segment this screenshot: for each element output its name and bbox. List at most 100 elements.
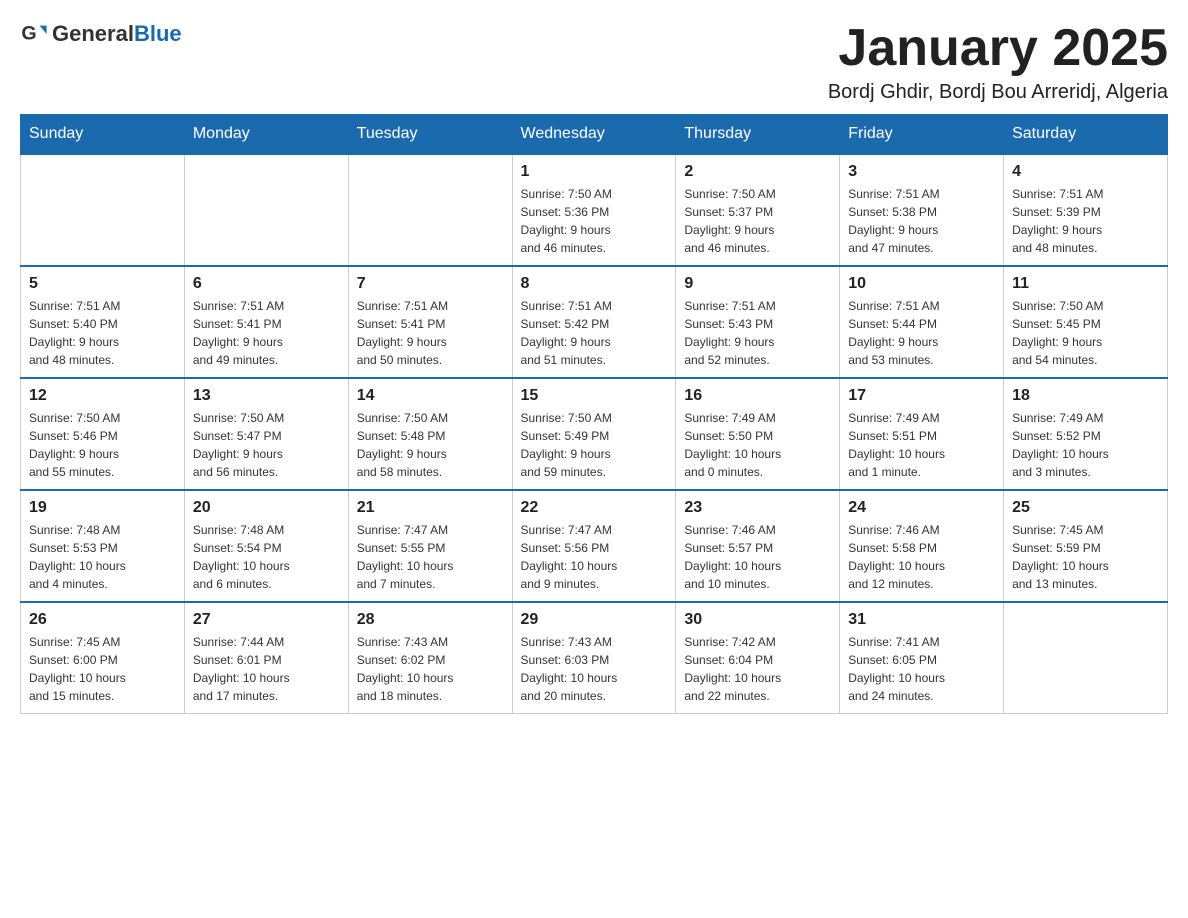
title-area: January 2025 Bordj Ghdir, Bordj Bou Arre…: [828, 20, 1168, 104]
weekday-header-wednesday: Wednesday: [512, 115, 676, 155]
day-number: 2: [684, 163, 831, 181]
calendar-cell: 24 Sunrise: 7:46 AM Sunset: 5:58 PM Dayli…: [840, 490, 1004, 602]
calendar-cell: 25 Sunrise: 7:45 AM Sunset: 5:59 PM Dayli…: [1004, 490, 1168, 602]
day-number: 4: [1012, 163, 1159, 181]
day-number: 29: [521, 611, 668, 629]
day-number: 15: [521, 387, 668, 405]
day-info: Sunrise: 7:51 AM Sunset: 5:43 PM Dayligh…: [684, 297, 831, 369]
day-info: Sunrise: 7:51 AM Sunset: 5:41 PM Dayligh…: [357, 297, 504, 369]
day-info: Sunrise: 7:51 AM Sunset: 5:40 PM Dayligh…: [29, 297, 176, 369]
calendar-cell: 26Sunrise: 7:45 AM Sunset: 6:00 PM Dayli…: [21, 602, 185, 714]
calendar-header: SundayMondayTuesdayWednesdayThursdayFrid…: [21, 115, 1168, 155]
logo-text-blue: Blue: [134, 21, 182, 47]
day-info: Sunrise: 7:50 AM Sunset: 5:37 PM Dayligh…: [684, 185, 831, 257]
day-number: 23: [684, 499, 831, 517]
header: G General Blue January 2025 Bordj Ghdir,…: [20, 20, 1168, 104]
day-number: 16: [684, 387, 831, 405]
calendar-subtitle: Bordj Ghdir, Bordj Bou Arreridj, Algeria: [828, 81, 1168, 104]
day-number: 1: [521, 163, 668, 181]
calendar-cell: 27 Sunrise: 7:44 AM Sunset: 6:01 PM Dayli…: [184, 602, 348, 714]
day-number: 25: [1012, 499, 1159, 517]
calendar-cell: [184, 154, 348, 266]
calendar-cell: 18 Sunrise: 7:49 AM Sunset: 5:52 PM Dayli…: [1004, 378, 1168, 490]
day-number: 18: [1012, 387, 1159, 405]
day-number: 10: [848, 275, 995, 293]
calendar-cell: 31 Sunrise: 7:41 AM Sunset: 6:05 PM Dayli…: [840, 602, 1004, 714]
day-number: 9: [684, 275, 831, 293]
day-info: Sunrise: 7:48 AM Sunset: 5:53 PM Dayligh…: [29, 521, 176, 593]
calendar-cell: 20 Sunrise: 7:48 AM Sunset: 5:54 PM Dayli…: [184, 490, 348, 602]
day-info: Sunrise: 7:44 AM Sunset: 6:01 PM Dayligh…: [193, 633, 340, 705]
calendar-cell: 19 Sunrise: 7:48 AM Sunset: 5:53 PM Dayli…: [21, 490, 185, 602]
calendar-cell: 10Sunrise: 7:51 AM Sunset: 5:44 PM Dayli…: [840, 266, 1004, 378]
day-number: 14: [357, 387, 504, 405]
calendar-cell: 23Sunrise: 7:46 AM Sunset: 5:57 PM Dayli…: [676, 490, 840, 602]
calendar-week-3: 12 Sunrise: 7:50 AM Sunset: 5:46 PM Dayli…: [21, 378, 1168, 490]
weekday-header-sunday: Sunday: [21, 115, 185, 155]
weekday-header-monday: Monday: [184, 115, 348, 155]
day-info: Sunrise: 7:50 AM Sunset: 5:45 PM Dayligh…: [1012, 297, 1159, 369]
day-info: Sunrise: 7:51 AM Sunset: 5:41 PM Dayligh…: [193, 297, 340, 369]
calendar-body: 1Sunrise: 7:50 AM Sunset: 5:36 PM Daylig…: [21, 154, 1168, 714]
weekday-header-thursday: Thursday: [676, 115, 840, 155]
day-number: 19: [29, 499, 176, 517]
calendar-title: January 2025: [828, 20, 1168, 77]
day-info: Sunrise: 7:50 AM Sunset: 5:46 PM Dayligh…: [29, 409, 176, 481]
calendar-cell: [348, 154, 512, 266]
calendar-cell: 6 Sunrise: 7:51 AM Sunset: 5:41 PM Daylig…: [184, 266, 348, 378]
day-number: 24: [848, 499, 995, 517]
day-number: 27: [193, 611, 340, 629]
calendar-cell: 28 Sunrise: 7:43 AM Sunset: 6:02 PM Dayli…: [348, 602, 512, 714]
day-number: 20: [193, 499, 340, 517]
day-info: Sunrise: 7:48 AM Sunset: 5:54 PM Dayligh…: [193, 521, 340, 593]
day-info: Sunrise: 7:45 AM Sunset: 5:59 PM Dayligh…: [1012, 521, 1159, 593]
calendar-week-5: 26Sunrise: 7:45 AM Sunset: 6:00 PM Dayli…: [21, 602, 1168, 714]
calendar-cell: [21, 154, 185, 266]
day-number: 28: [357, 611, 504, 629]
day-number: 6: [193, 275, 340, 293]
day-info: Sunrise: 7:47 AM Sunset: 5:55 PM Dayligh…: [357, 521, 504, 593]
calendar-cell: 5 Sunrise: 7:51 AM Sunset: 5:40 PM Daylig…: [21, 266, 185, 378]
calendar-cell: 30Sunrise: 7:42 AM Sunset: 6:04 PM Dayli…: [676, 602, 840, 714]
day-number: 12: [29, 387, 176, 405]
calendar-week-4: 19 Sunrise: 7:48 AM Sunset: 5:53 PM Dayli…: [21, 490, 1168, 602]
calendar-cell: 14 Sunrise: 7:50 AM Sunset: 5:48 PM Dayli…: [348, 378, 512, 490]
calendar-cell: 3 Sunrise: 7:51 AM Sunset: 5:38 PM Daylig…: [840, 154, 1004, 266]
day-number: 3: [848, 163, 995, 181]
day-info: Sunrise: 7:46 AM Sunset: 5:58 PM Dayligh…: [848, 521, 995, 593]
day-info: Sunrise: 7:47 AM Sunset: 5:56 PM Dayligh…: [521, 521, 668, 593]
calendar-cell: 8Sunrise: 7:51 AM Sunset: 5:42 PM Daylig…: [512, 266, 676, 378]
day-info: Sunrise: 7:50 AM Sunset: 5:47 PM Dayligh…: [193, 409, 340, 481]
day-info: Sunrise: 7:50 AM Sunset: 5:48 PM Dayligh…: [357, 409, 504, 481]
calendar-cell: 4 Sunrise: 7:51 AM Sunset: 5:39 PM Daylig…: [1004, 154, 1168, 266]
day-number: 17: [848, 387, 995, 405]
day-number: 7: [357, 275, 504, 293]
day-info: Sunrise: 7:51 AM Sunset: 5:39 PM Dayligh…: [1012, 185, 1159, 257]
calendar-cell: 12 Sunrise: 7:50 AM Sunset: 5:46 PM Dayli…: [21, 378, 185, 490]
calendar-cell: 15 Sunrise: 7:50 AM Sunset: 5:49 PM Dayli…: [512, 378, 676, 490]
day-info: Sunrise: 7:50 AM Sunset: 5:49 PM Dayligh…: [521, 409, 668, 481]
day-info: Sunrise: 7:51 AM Sunset: 5:38 PM Dayligh…: [848, 185, 995, 257]
calendar-cell: 16Sunrise: 7:49 AM Sunset: 5:50 PM Dayli…: [676, 378, 840, 490]
weekday-header-row: SundayMondayTuesdayWednesdayThursdayFrid…: [21, 115, 1168, 155]
day-info: Sunrise: 7:41 AM Sunset: 6:05 PM Dayligh…: [848, 633, 995, 705]
calendar-cell: 7 Sunrise: 7:51 AM Sunset: 5:41 PM Daylig…: [348, 266, 512, 378]
calendar-cell: 29 Sunrise: 7:43 AM Sunset: 6:03 PM Dayli…: [512, 602, 676, 714]
day-info: Sunrise: 7:49 AM Sunset: 5:52 PM Dayligh…: [1012, 409, 1159, 481]
day-info: Sunrise: 7:43 AM Sunset: 6:02 PM Dayligh…: [357, 633, 504, 705]
calendar-cell: 9 Sunrise: 7:51 AM Sunset: 5:43 PM Daylig…: [676, 266, 840, 378]
logo-icon: G: [20, 20, 48, 48]
day-info: Sunrise: 7:43 AM Sunset: 6:03 PM Dayligh…: [521, 633, 668, 705]
day-number: 21: [357, 499, 504, 517]
weekday-header-tuesday: Tuesday: [348, 115, 512, 155]
day-number: 26: [29, 611, 176, 629]
calendar-cell: 22Sunrise: 7:47 AM Sunset: 5:56 PM Dayli…: [512, 490, 676, 602]
day-number: 8: [521, 275, 668, 293]
calendar-week-1: 1Sunrise: 7:50 AM Sunset: 5:36 PM Daylig…: [21, 154, 1168, 266]
calendar-cell: 21 Sunrise: 7:47 AM Sunset: 5:55 PM Dayli…: [348, 490, 512, 602]
calendar-table: SundayMondayTuesdayWednesdayThursdayFrid…: [20, 114, 1168, 714]
weekday-header-friday: Friday: [840, 115, 1004, 155]
day-number: 5: [29, 275, 176, 293]
day-number: 31: [848, 611, 995, 629]
calendar-cell: 2 Sunrise: 7:50 AM Sunset: 5:37 PM Daylig…: [676, 154, 840, 266]
